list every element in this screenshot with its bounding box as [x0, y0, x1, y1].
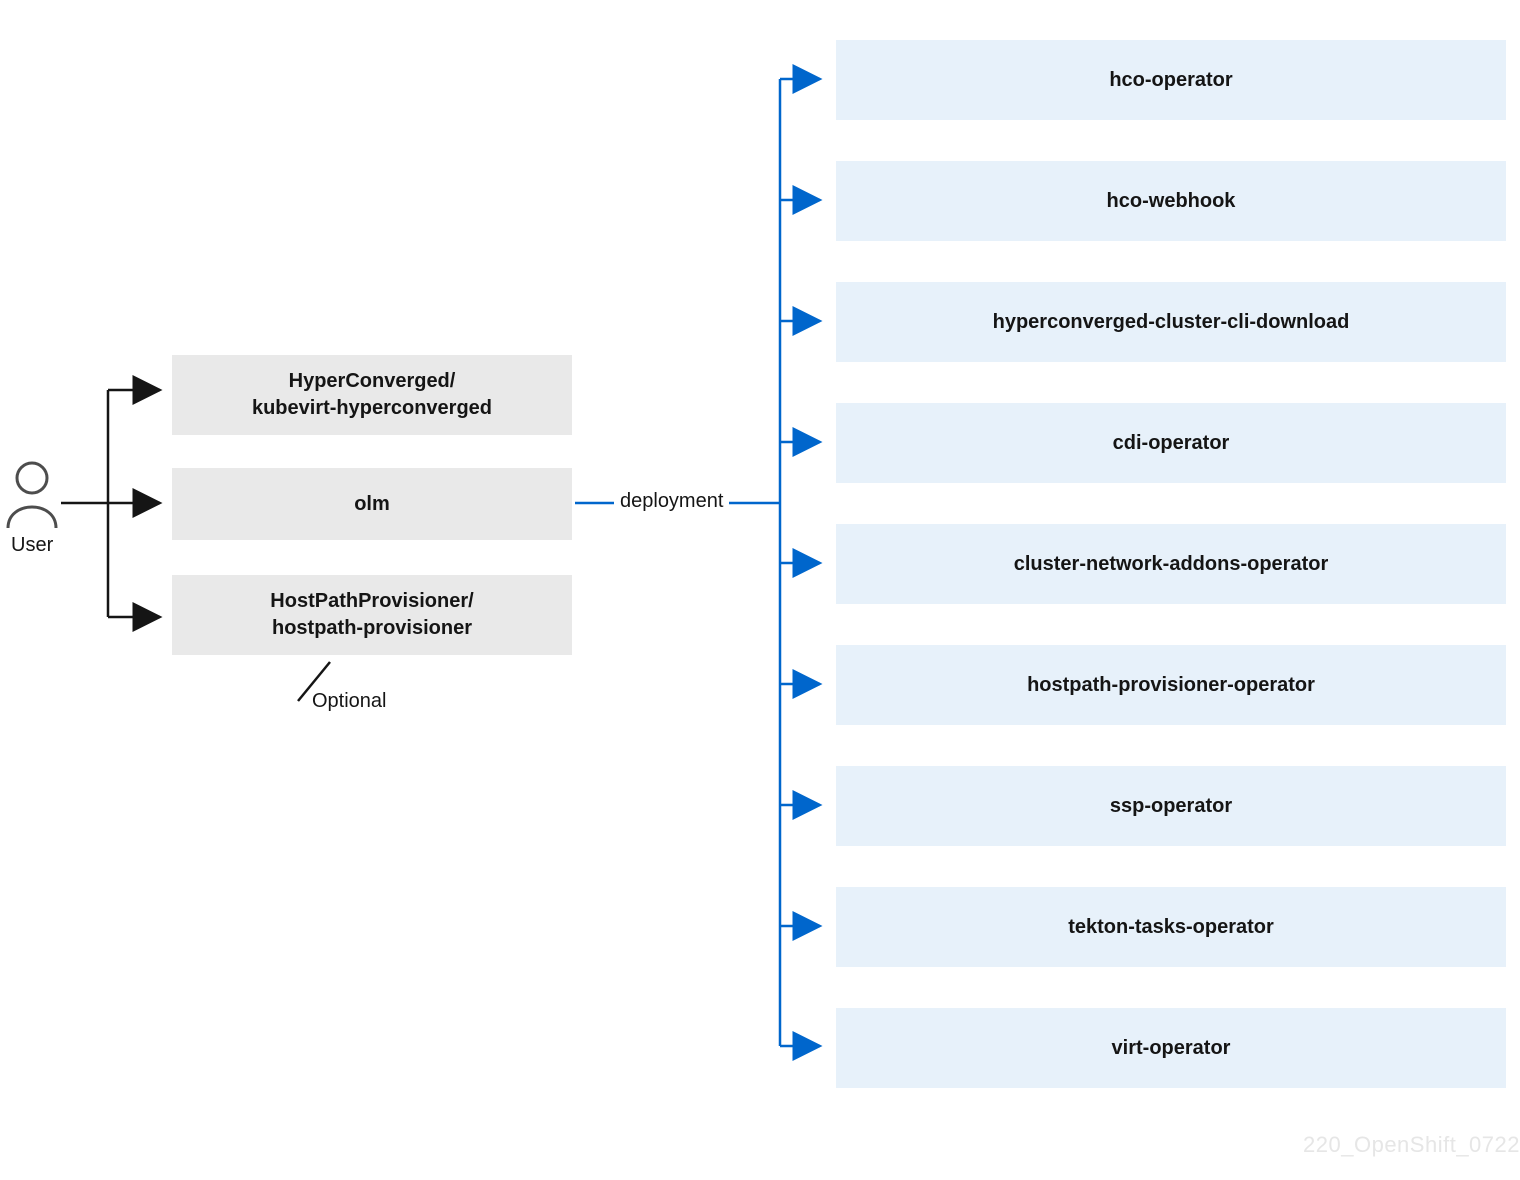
- box-tekton-tasks-operator: tekton-tasks-operator: [836, 887, 1506, 967]
- user-label: User: [11, 534, 53, 557]
- user-icon: [8, 463, 56, 528]
- box-hyperconverged-cluster-cli-download: hyperconverged-cluster-cli-download: [836, 282, 1506, 362]
- box-cdi-operator: cdi-operator: [836, 403, 1506, 483]
- deployment-label: deployment: [614, 490, 729, 513]
- watermark: 220_OpenShift_0722: [1303, 1132, 1520, 1158]
- box-hostpath-provisioner-operator: hostpath-provisioner-operator: [836, 645, 1506, 725]
- optional-label: Optional: [312, 690, 387, 713]
- box-hco-operator: hco-operator: [836, 40, 1506, 120]
- box-hostpath-provisioner: HostPathProvisioner/hostpath-provisioner: [172, 575, 572, 655]
- box-virt-operator: virt-operator: [836, 1008, 1506, 1088]
- box-hyperconverged: HyperConverged/kubevirt-hyperconverged: [172, 355, 572, 435]
- box-olm: olm: [172, 468, 572, 540]
- box-cluster-network-addons-operator: cluster-network-addons-operator: [836, 524, 1506, 604]
- box-hco-webhook: hco-webhook: [836, 161, 1506, 241]
- box-ssp-operator: ssp-operator: [836, 766, 1506, 846]
